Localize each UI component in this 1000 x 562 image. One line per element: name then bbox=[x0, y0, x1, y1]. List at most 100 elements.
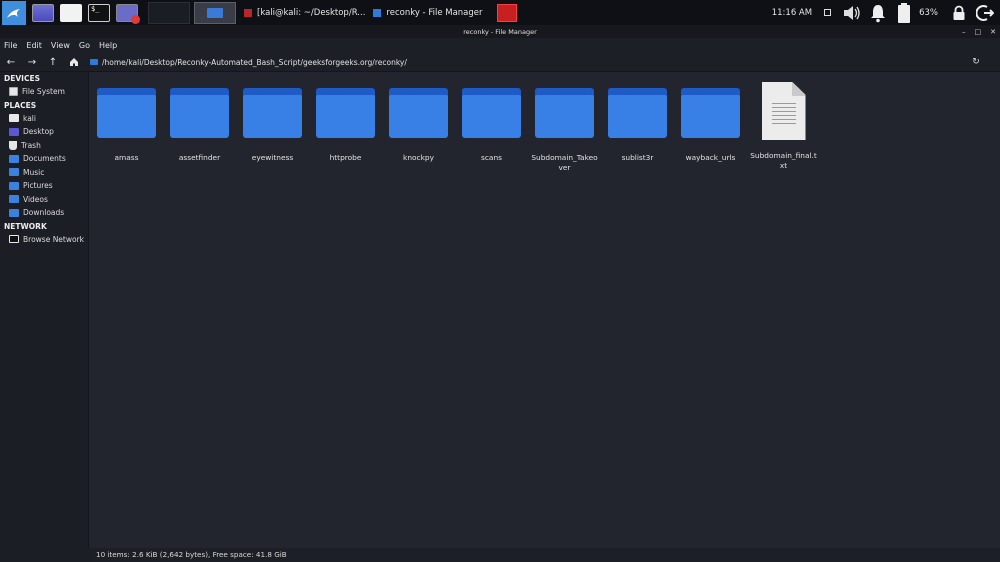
text-file-icon bbox=[761, 82, 806, 140]
workspace-1[interactable] bbox=[148, 1, 190, 24]
home-icon bbox=[70, 58, 78, 66]
kali-menu-button[interactable] bbox=[2, 0, 26, 25]
folder-icon bbox=[97, 88, 156, 140]
folder-item-knockpy[interactable]: knockpy bbox=[382, 82, 455, 173]
sidebar-item-documents[interactable]: Documents bbox=[0, 152, 88, 166]
sidebar-item-label: Downloads bbox=[23, 208, 65, 218]
home-button[interactable] bbox=[64, 53, 84, 72]
folder-item-assetfinder[interactable]: assetfinder bbox=[163, 82, 236, 173]
taskbar-item-terminal[interactable]: [kali@kali: ~/Desktop/R... bbox=[244, 0, 365, 25]
toolbar: ← → ↑ /home/kali/Desktop/Reconky-Automat… bbox=[0, 53, 1000, 72]
folder-item-scans[interactable]: scans bbox=[455, 82, 528, 173]
sidebar-footer bbox=[0, 548, 90, 562]
sidebar-item-label: Music bbox=[23, 167, 45, 177]
sidebar-item-kali[interactable]: kali bbox=[0, 112, 88, 126]
sidebar-header-places: PLACES bbox=[4, 100, 37, 110]
battery-icon[interactable] bbox=[893, 2, 915, 24]
forward-button[interactable]: → bbox=[22, 53, 42, 72]
folder-item-subdomain-takeover[interactable]: Subdomain_Takeover bbox=[528, 82, 601, 173]
music-folder-icon bbox=[9, 168, 19, 177]
sidebar-item-label: Documents bbox=[23, 154, 66, 164]
menu-help[interactable]: Help bbox=[99, 41, 117, 50]
terminal-icon bbox=[244, 8, 252, 17]
folder-item-httprobe[interactable]: httprobe bbox=[309, 82, 382, 173]
menu-bar: File Edit View Go Help bbox=[0, 38, 1000, 53]
folder-item-wayback-urls[interactable]: wayback_urls bbox=[674, 82, 747, 173]
volume-icon[interactable] bbox=[841, 2, 863, 24]
workspace-2[interactable] bbox=[194, 1, 236, 24]
up-button[interactable]: ↑ bbox=[43, 53, 63, 72]
arrow-left-icon: ← bbox=[6, 56, 16, 68]
folder-icon bbox=[243, 88, 302, 140]
folder-launcher[interactable] bbox=[60, 3, 82, 22]
reload-button[interactable]: ↻ bbox=[967, 54, 985, 71]
sidebar-item-downloads[interactable]: Downloads bbox=[0, 206, 88, 220]
top-panel: $_ [kali@kali: ~/Desktop/R... reconky - … bbox=[0, 0, 1000, 25]
folder-item-eyewitness[interactable]: eyewitness bbox=[236, 82, 309, 173]
location-bar[interactable]: /home/kali/Desktop/Reconky-Automated_Bas… bbox=[90, 54, 985, 71]
desktop-icon bbox=[9, 127, 19, 136]
item-label: sublist3r bbox=[621, 153, 654, 162]
folder-icon bbox=[373, 8, 382, 17]
window-titlebar[interactable]: reconky - File Manager – □ ✕ bbox=[0, 25, 1000, 38]
folder-item-sublist3r[interactable]: sublist3r bbox=[601, 82, 674, 173]
sidebar-item-pictures[interactable]: Pictures bbox=[0, 179, 88, 193]
pictures-folder-icon bbox=[9, 181, 19, 190]
folder-icon bbox=[207, 7, 223, 18]
menu-file[interactable]: File bbox=[4, 41, 17, 50]
file-view[interactable]: amass assetfinder eyewitness httprobe kn… bbox=[90, 72, 1000, 548]
file-manager-launcher[interactable] bbox=[32, 3, 54, 22]
folder-icon bbox=[535, 88, 594, 140]
refresh-icon: ↻ bbox=[972, 57, 980, 67]
folder-icon bbox=[90, 59, 98, 65]
documents-folder-icon bbox=[9, 154, 19, 163]
folder-icon bbox=[681, 88, 740, 140]
network-icon bbox=[9, 235, 19, 244]
notifications-icon[interactable] bbox=[867, 2, 889, 24]
sidebar-item-videos[interactable]: Videos bbox=[0, 193, 88, 207]
sidebar-item-label: Trash bbox=[21, 140, 41, 150]
folder-icon bbox=[608, 88, 667, 140]
menu-view[interactable]: View bbox=[51, 41, 70, 50]
sidebar-item-trash[interactable]: Trash bbox=[0, 139, 88, 153]
folder-item-amass[interactable]: amass bbox=[90, 82, 163, 173]
sidebar-item-label: File System bbox=[22, 87, 65, 97]
menu-go[interactable]: Go bbox=[79, 41, 90, 50]
record-indicator[interactable] bbox=[496, 3, 517, 22]
sidebar-item-desktop[interactable]: Desktop bbox=[0, 125, 88, 139]
sidebar-header-devices: DEVICES bbox=[4, 74, 40, 83]
icon-grid: amass assetfinder eyewitness httprobe kn… bbox=[90, 82, 820, 173]
kali-dragon-icon bbox=[7, 8, 20, 18]
arrow-right-icon: → bbox=[27, 56, 37, 68]
logout-icon[interactable] bbox=[974, 2, 996, 24]
taskbar-item-label: [kali@kali: ~/Desktop/R... bbox=[257, 7, 366, 18]
sidebar-item-label: kali bbox=[23, 113, 36, 123]
window-list-icon[interactable] bbox=[824, 9, 832, 16]
downloads-folder-icon bbox=[9, 208, 19, 217]
item-label: scans bbox=[481, 153, 502, 162]
minimize-button[interactable]: – bbox=[962, 28, 966, 36]
lock-icon[interactable] bbox=[948, 2, 970, 24]
item-label: assetfinder bbox=[178, 153, 221, 162]
taskbar-item-label: reconky - File Manager bbox=[386, 7, 483, 18]
sidebar-item-browse-network[interactable]: Browse Network bbox=[0, 233, 88, 247]
taskbar-item-file-manager[interactable]: reconky - File Manager bbox=[373, 0, 483, 25]
status-bar: 10 items: 2.6 KiB (2,642 bytes), Free sp… bbox=[90, 548, 1000, 562]
clock[interactable]: 11:16 AM bbox=[772, 8, 812, 18]
sidebar: DEVICES File System PLACES kali Desktop … bbox=[0, 72, 89, 548]
sidebar-item-music[interactable]: Music bbox=[0, 166, 88, 180]
folder-icon bbox=[170, 88, 229, 140]
sidebar-item-label: Pictures bbox=[23, 181, 53, 191]
sidebar-item-file-system[interactable]: File System bbox=[0, 85, 88, 99]
menu-edit[interactable]: Edit bbox=[26, 41, 42, 50]
home-folder-icon bbox=[9, 114, 19, 123]
item-label: Subdomain_Takeover bbox=[531, 153, 598, 172]
file-item-subdomain-final-txt[interactable]: Subdomain_final.txt bbox=[747, 82, 820, 173]
back-button[interactable]: ← bbox=[1, 53, 21, 72]
terminal-launcher[interactable]: $_ bbox=[88, 3, 110, 22]
recorder-launcher[interactable] bbox=[116, 3, 140, 24]
maximize-button[interactable]: □ bbox=[975, 28, 982, 36]
close-button[interactable]: ✕ bbox=[990, 28, 996, 36]
sidebar-item-label: Browse Network bbox=[23, 234, 85, 244]
arrow-up-icon: ↑ bbox=[48, 56, 58, 68]
